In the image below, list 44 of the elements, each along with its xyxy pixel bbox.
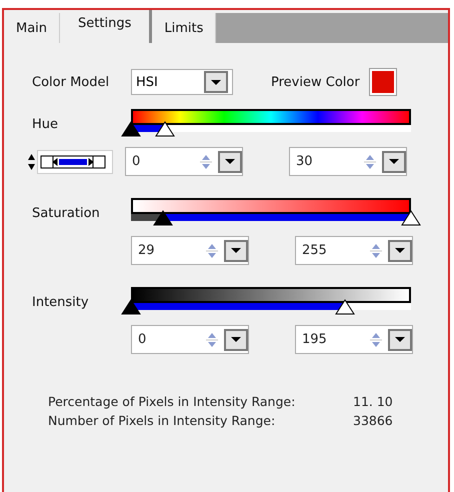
number-spin-field[interactable]: 29: [131, 236, 249, 265]
spin-value: 0: [131, 154, 142, 169]
range-mode-icon[interactable]: [37, 150, 113, 174]
stat-value: 33866: [353, 413, 394, 428]
slider-handle[interactable]: [121, 121, 141, 137]
dropdown-button[interactable]: [218, 150, 242, 172]
channel-label: Hue: [32, 116, 60, 132]
caret-icon: [389, 159, 399, 164]
caret-icon: [211, 80, 221, 84]
dropdown-button[interactable]: [224, 328, 248, 350]
spin-value: 29: [137, 243, 156, 258]
spinner-arrows-icon[interactable]: [28, 152, 35, 172]
color-model-label: Color Model: [32, 74, 110, 90]
spin-value: 195: [301, 332, 328, 347]
stat-value: 11. 10: [353, 394, 394, 409]
dropdown-button[interactable]: [388, 328, 412, 350]
stat-label: Percentage of Pixels in Intensity Range:: [48, 394, 296, 409]
caret-icon: [231, 337, 241, 342]
preview-color-label: Preview Color: [271, 74, 360, 90]
spin-value: 30: [295, 154, 314, 169]
stat-label: Number of Pixels in Intensity Range:: [48, 413, 276, 428]
spin-value: 255: [301, 243, 328, 258]
caret-icon: [395, 337, 405, 342]
caret-icon: [231, 248, 241, 253]
number-spin-field[interactable]: 30: [289, 147, 407, 176]
channel-label: Intensity: [32, 294, 90, 310]
number-spin-field[interactable]: 195: [295, 325, 413, 354]
number-spin-field[interactable]: 0: [125, 147, 243, 176]
dropdown-button[interactable]: [388, 240, 412, 262]
slider-handle[interactable]: [154, 121, 175, 137]
color-model-dropdown[interactable]: HSI: [131, 69, 233, 95]
preview-color-swatch[interactable]: [370, 69, 396, 95]
dropdown-button[interactable]: [224, 240, 248, 262]
channel-label: Saturation: [32, 206, 101, 220]
number-spin-field[interactable]: 0: [131, 325, 249, 354]
spin-value: 0: [137, 332, 148, 347]
slider-handle[interactable]: [335, 299, 356, 315]
dropdown-button[interactable]: [382, 150, 406, 172]
slider-handle[interactable]: [121, 299, 141, 315]
caret-icon: [225, 159, 235, 164]
slider-handle[interactable]: [401, 210, 421, 226]
number-spin-field[interactable]: 255: [295, 236, 413, 265]
caret-icon: [395, 248, 405, 253]
slider-handle[interactable]: [152, 210, 173, 226]
